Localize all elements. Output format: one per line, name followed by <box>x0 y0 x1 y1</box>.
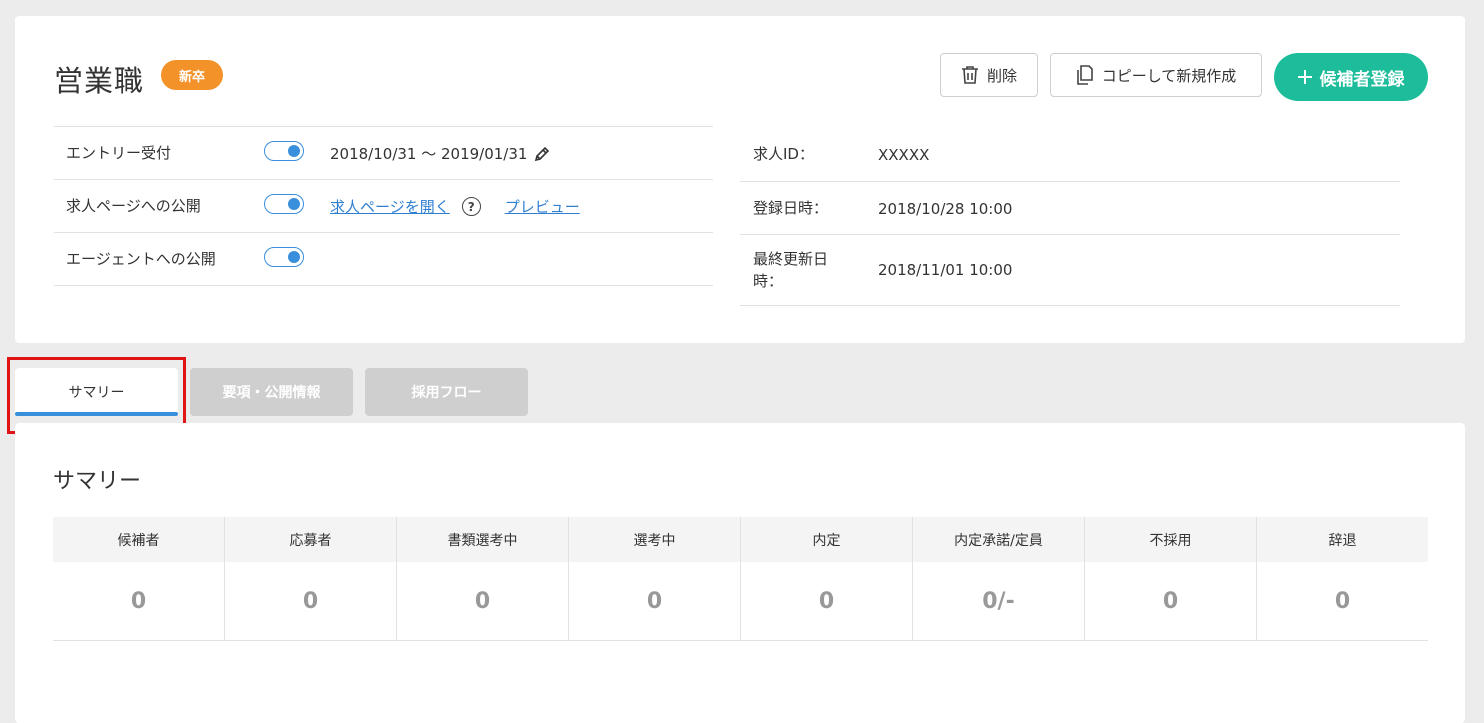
summary-col: 内定承諾/定員 0/- <box>913 517 1085 640</box>
job-info-table: 求人ID： XXXXX 登録日時： 2018/10/28 10:00 最終更新日… <box>740 126 1400 306</box>
open-job-page-link[interactable]: 求人ページを開く <box>330 196 450 217</box>
summary-col-head: 不採用 <box>1085 517 1256 562</box>
registered-row: 登録日時： 2018/10/28 10:00 <box>740 182 1400 235</box>
agent-toggle[interactable] <box>264 247 304 267</box>
summary-col: 書類選考中 0 <box>397 517 569 640</box>
job-page-row: 求人ページへの公開 求人ページを開く ? プレビュー <box>54 180 713 233</box>
tab-hiring-flow[interactable]: 採用フロー <box>365 368 528 416</box>
updated-label-line1: 最終更新日 <box>753 250 829 268</box>
summary-col: 不採用 0 <box>1085 517 1257 640</box>
summary-col: 候補者 0 <box>53 517 225 640</box>
summary-col-value: 0 <box>1334 588 1351 614</box>
copy-create-button-label: コピーして新規作成 <box>1101 67 1237 85</box>
registered-value: 2018/10/28 10:00 <box>878 200 1013 218</box>
summary-col-value: 0 <box>818 588 835 614</box>
summary-col: 内定 0 <box>741 517 913 640</box>
updated-label-line2: 時： <box>753 272 784 290</box>
updated-value: 2018/11/01 10:00 <box>878 261 1013 279</box>
summary-col-value: 0/- <box>982 588 1015 614</box>
summary-col: 辞退 0 <box>1257 517 1428 640</box>
job-page-label: 求人ページへの公開 <box>66 197 201 215</box>
summary-card: サマリー 候補者 0 応募者 0 書類選考中 0 選考中 0 内定 0 内定承諾… <box>15 423 1465 723</box>
copy-create-button[interactable]: コピーして新規作成 <box>1050 53 1262 97</box>
entry-row: エントリー受付 2018/10/31 〜 2019/01/31 <box>54 127 713 180</box>
delete-button[interactable]: 削除 <box>940 53 1038 97</box>
entry-period-value: 2018/10/31 〜 2019/01/31 <box>330 143 551 164</box>
toggle-knob <box>288 144 300 157</box>
entry-label: エントリー受付 <box>66 144 172 162</box>
summary-col-value: 0 <box>1162 588 1179 614</box>
preview-link[interactable]: プレビュー <box>505 196 580 217</box>
summary-col-value: 0 <box>130 588 147 614</box>
tab-job-info[interactable]: 要項・公開情報 <box>190 368 353 416</box>
new-grad-badge: 新卒 <box>161 60 223 90</box>
summary-col-value: 0 <box>474 588 491 614</box>
publish-settings-table: エントリー受付 2018/10/31 〜 2019/01/31 求人ページへの公… <box>54 126 713 286</box>
agent-label: エージェントへの公開 <box>66 250 216 268</box>
job-id-row: 求人ID： XXXXX <box>740 126 1400 182</box>
job-page-toggle[interactable] <box>264 194 304 214</box>
summary-col-head: 内定 <box>741 517 912 562</box>
updated-row: 最終更新日 時： 2018/11/01 10:00 <box>740 235 1400 306</box>
copy-icon <box>1076 65 1093 85</box>
job-page-links: 求人ページを開く ? プレビュー <box>330 196 580 217</box>
toggle-knob <box>288 250 300 263</box>
job-header-card: 営業職 新卒 削除 コピーして新規作成 候補者登録 エントリー受付 2018/1… <box>15 16 1465 343</box>
summary-col-head: 辞退 <box>1257 517 1428 562</box>
toggle-knob <box>288 197 300 210</box>
pencil-icon[interactable] <box>533 145 551 163</box>
summary-col: 選考中 0 <box>569 517 741 640</box>
add-candidate-button[interactable]: 候補者登録 <box>1274 53 1428 101</box>
tab-job-info-label: 要項・公開情報 <box>222 385 321 401</box>
trash-icon <box>961 66 978 84</box>
updated-label: 最終更新日 時： <box>753 248 828 292</box>
summary-table: 候補者 0 応募者 0 書類選考中 0 選考中 0 内定 0 内定承諾/定員 0… <box>53 517 1428 641</box>
summary-col-head: 書類選考中 <box>397 517 568 562</box>
tab-hiring-flow-label: 採用フロー <box>411 385 482 401</box>
entry-toggle[interactable] <box>264 141 304 161</box>
help-icon[interactable]: ? <box>461 197 481 216</box>
summary-col-head: 応募者 <box>225 517 396 562</box>
agent-row: エージェントへの公開 <box>54 233 713 286</box>
delete-button-label: 削除 <box>986 67 1017 85</box>
summary-col-head: 内定承諾/定員 <box>913 517 1084 562</box>
summary-col-head: 選考中 <box>569 517 740 562</box>
job-id-label: 求人ID： <box>753 145 814 163</box>
plus-icon <box>1297 70 1312 84</box>
add-candidate-button-label: 候補者登録 <box>1319 69 1405 89</box>
summary-title: サマリー <box>53 469 142 494</box>
entry-period-text: 2018/10/31 〜 2019/01/31 <box>330 145 528 163</box>
job-id-value: XXXXX <box>878 146 930 164</box>
summary-col: 応募者 0 <box>225 517 397 640</box>
summary-col-value: 0 <box>302 588 319 614</box>
summary-col-value: 0 <box>646 588 663 614</box>
summary-col-head: 候補者 <box>53 517 224 562</box>
registered-label: 登録日時： <box>753 199 829 217</box>
job-title: 営業職 <box>54 64 145 98</box>
